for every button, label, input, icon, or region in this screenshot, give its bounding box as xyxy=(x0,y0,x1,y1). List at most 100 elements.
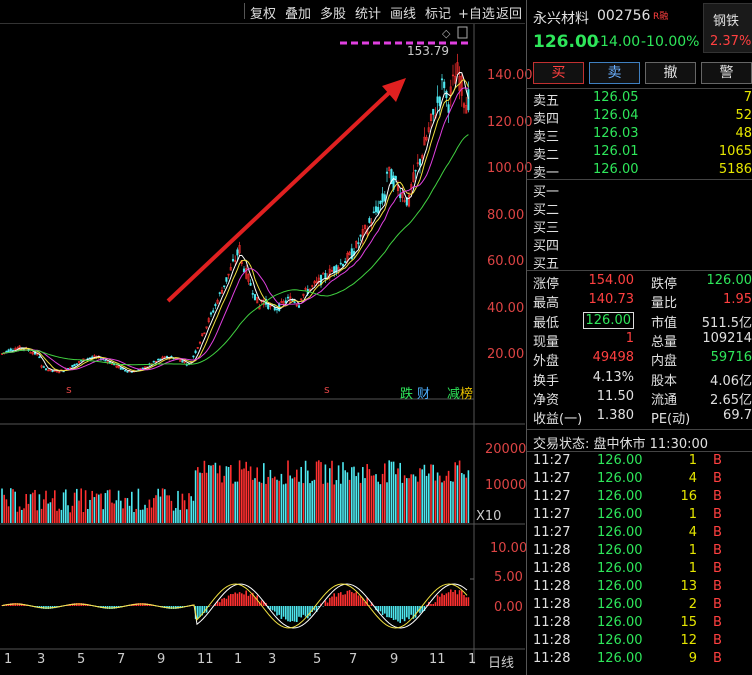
alert-button[interactable]: 警 xyxy=(701,62,752,84)
cancel-order-button[interactable]: 撤 xyxy=(645,62,696,84)
bid-row[interactable]: 买三 xyxy=(533,217,752,236)
add-watchlist-button[interactable]: +自选 xyxy=(458,3,495,22)
volume-bar xyxy=(241,469,243,523)
tick-row[interactable]: 11:27 126.00 1 B xyxy=(533,507,752,525)
tick-price: 126.00 xyxy=(597,651,643,666)
draw-line-button[interactable]: 画线 xyxy=(390,3,416,22)
volume-bar xyxy=(51,498,54,523)
volume-bar xyxy=(313,479,316,523)
tick-row[interactable]: 11:27 126.00 1 B xyxy=(533,453,752,471)
ask-volume: 7 xyxy=(743,90,752,105)
statistics-button[interactable]: 统计 xyxy=(355,3,381,22)
bid-row[interactable]: 买一 xyxy=(533,181,752,200)
sector-pct: 2.37% xyxy=(710,34,752,49)
ask-row[interactable]: 卖四 126.04 52 xyxy=(533,108,752,127)
tick-row[interactable]: 11:28 126.00 12 B xyxy=(533,633,752,651)
sector-box[interactable]: 钢铁 2.37% xyxy=(703,3,752,53)
s-marker[interactable]: s xyxy=(324,383,330,396)
tick-side: B xyxy=(713,543,722,558)
mark-button[interactable]: 标记 xyxy=(425,3,451,22)
volume-bar xyxy=(14,491,16,523)
volume-bar xyxy=(159,496,162,523)
price-change: -14.00 xyxy=(595,34,641,50)
stat-value: 1.95 xyxy=(723,292,752,308)
restore-rights-button[interactable]: 复权 xyxy=(250,3,276,22)
volume-bar xyxy=(300,466,302,523)
tick-time: 11:27 xyxy=(533,507,571,522)
volume-bar xyxy=(45,490,47,523)
volume-tick: 10000 xyxy=(485,478,527,493)
tick-row[interactable]: 11:28 126.00 13 B xyxy=(533,579,752,597)
volume-bar xyxy=(340,483,342,523)
tick-row[interactable]: 11:27 126.00 4 B xyxy=(533,525,752,543)
tick-row[interactable]: 11:28 126.00 1 B xyxy=(533,543,752,561)
stat-label: 净资 xyxy=(533,392,560,408)
candle-body xyxy=(236,249,239,256)
sell-button[interactable]: 卖 xyxy=(589,62,640,84)
tick-row[interactable]: 11:28 126.00 1 B xyxy=(533,561,752,579)
bid-row[interactable]: 买四 xyxy=(533,235,752,254)
ask-row[interactable]: 卖二 126.01 1065 xyxy=(533,144,752,163)
ask-label: 卖二 xyxy=(533,148,560,163)
volume-bar xyxy=(379,484,382,523)
reduce-marker[interactable]: 减 xyxy=(447,383,460,402)
candle-body xyxy=(80,360,83,362)
volume-bar xyxy=(212,464,214,523)
month-tick: 5 xyxy=(313,652,322,667)
tick-row[interactable]: 11:28 126.00 15 B xyxy=(533,615,752,633)
stat-row: 净资 11.50 流通 2.65亿 xyxy=(533,389,752,408)
macd-tick: 10.00 xyxy=(490,541,528,556)
volume-bar xyxy=(465,477,467,523)
ask-row[interactable]: 卖五 126.05 7 xyxy=(533,90,752,109)
stock-code: 002756 xyxy=(597,8,651,24)
candle-body xyxy=(38,356,41,359)
multi-stock-button[interactable]: 多股 xyxy=(320,3,346,22)
tick-side: B xyxy=(713,507,722,522)
volume-bar xyxy=(29,494,32,523)
stat-label: 市值 xyxy=(651,315,678,331)
month-tick: 11 xyxy=(197,652,214,667)
ask-row[interactable]: 卖一 126.00 5186 xyxy=(533,162,752,181)
kline-chart-area[interactable]: ◇ 153.79 140.00 120.00 100.00 80.00 60.0… xyxy=(0,24,533,675)
volume-bar xyxy=(148,499,151,523)
period-selector[interactable]: 日线 xyxy=(488,652,514,671)
candle-body xyxy=(297,305,301,308)
volume-bar xyxy=(124,497,126,523)
bid-row[interactable]: 买二 xyxy=(533,199,752,218)
overlay-button[interactable]: 叠加 xyxy=(285,3,311,22)
s-marker[interactable]: s xyxy=(66,383,72,396)
back-button[interactable]: 返回 xyxy=(496,3,522,22)
tick-row[interactable]: 11:28 126.00 2 B xyxy=(533,597,752,615)
rank-marker[interactable]: 榜 xyxy=(460,383,473,402)
tick-time: 11:28 xyxy=(533,615,571,630)
finance-marker[interactable]: 财 xyxy=(417,383,430,402)
macd-bar xyxy=(227,595,230,606)
volume-bar xyxy=(304,460,307,523)
ask-label: 卖四 xyxy=(533,112,560,127)
kline-svg[interactable]: ◇ xyxy=(0,24,525,675)
volume-bar xyxy=(298,481,300,523)
candlestick-series xyxy=(0,53,470,374)
macd-bar xyxy=(197,606,199,619)
tick-side: B xyxy=(713,651,722,666)
candle-body xyxy=(339,262,342,265)
ask-row[interactable]: 卖三 126.03 48 xyxy=(533,126,752,145)
tick-row[interactable]: 11:28 126.00 9 B xyxy=(533,651,752,669)
drop-marker[interactable]: 跌 xyxy=(400,383,413,402)
volume-bar xyxy=(291,478,294,523)
candle-body xyxy=(192,355,195,358)
volume-bar xyxy=(401,482,404,523)
bid-row[interactable]: 买五 xyxy=(533,253,752,272)
candle-body xyxy=(121,368,125,370)
tick-price: 126.00 xyxy=(597,453,643,468)
buy-button[interactable]: 买 xyxy=(533,62,584,84)
stat-row: 外盘 49498 内盘 59716 xyxy=(533,350,752,369)
ask-price: 126.04 xyxy=(593,108,639,123)
tick-row[interactable]: 11:27 126.00 4 B xyxy=(533,471,752,489)
current-price: 126.00 xyxy=(533,32,599,52)
volume-bar xyxy=(21,509,23,523)
tick-row[interactable]: 11:27 126.00 16 B xyxy=(533,489,752,507)
macd-histogram xyxy=(1,583,470,629)
macd-bar xyxy=(458,590,461,606)
volume-bar xyxy=(326,482,329,523)
